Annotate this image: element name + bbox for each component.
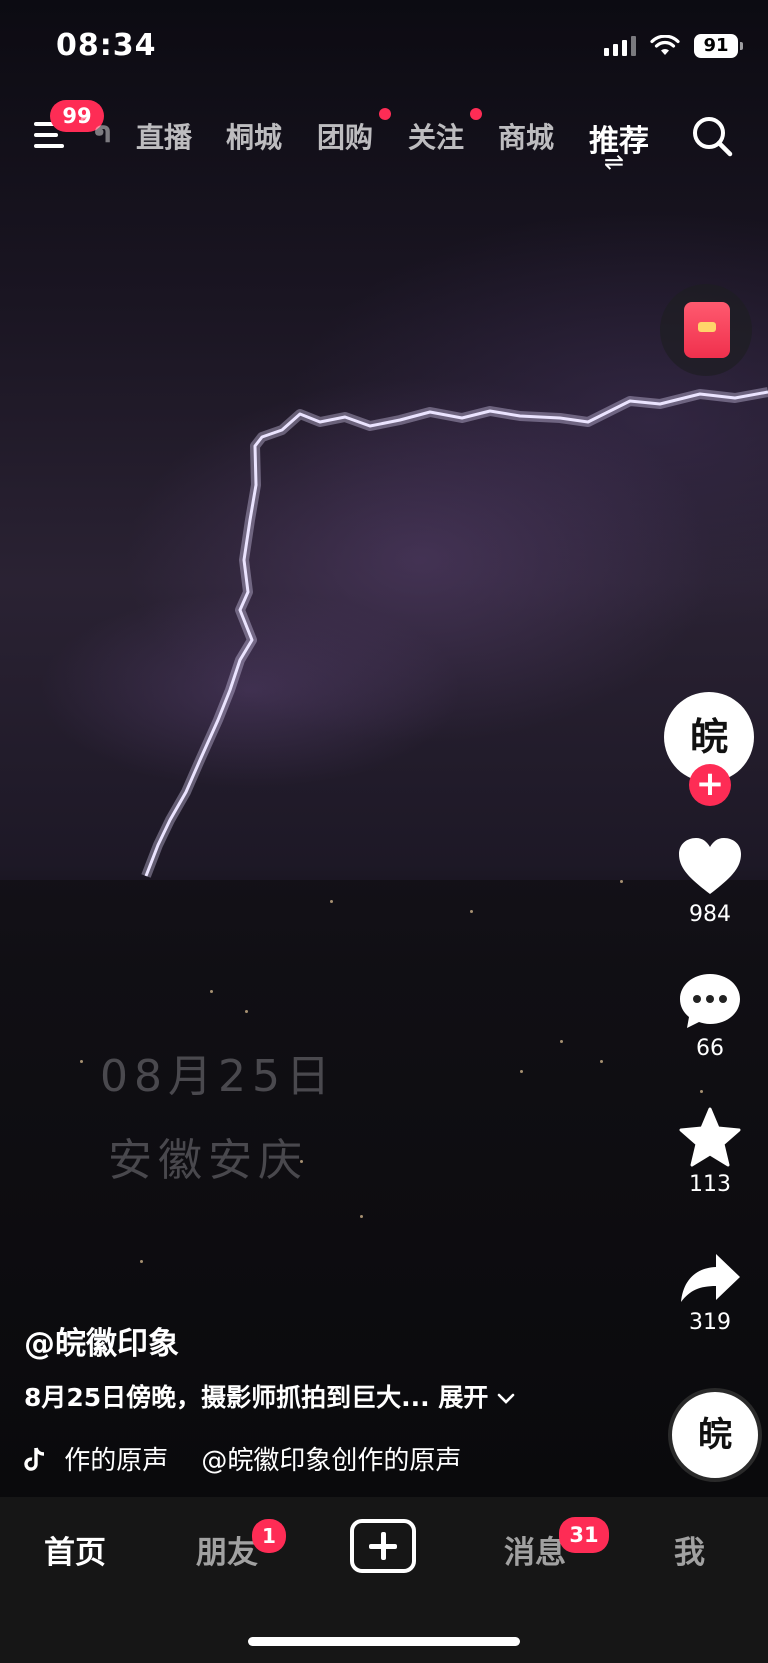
tab-me[interactable]: 我 xyxy=(674,1527,705,1572)
comment-action[interactable]: 66 xyxy=(660,970,760,1061)
share-count: 319 xyxy=(689,1310,731,1335)
favorite-action[interactable]: 113 xyxy=(660,1106,760,1197)
post-description-text: 8月25日傍晚，摄影师抓拍到巨大... xyxy=(24,1383,430,1412)
wifi-icon xyxy=(650,35,680,55)
music-note-icon xyxy=(24,1447,45,1471)
tab-live[interactable]: 直播 xyxy=(136,116,192,156)
tab-following[interactable]: 关注 xyxy=(408,116,464,156)
music-disc[interactable]: 皖 xyxy=(668,1388,762,1482)
tab-messages[interactable]: 消息 xyxy=(504,1527,566,1572)
comment-count: 66 xyxy=(696,1036,724,1061)
create-button[interactable] xyxy=(350,1519,416,1573)
like-count: 984 xyxy=(689,902,731,927)
status-bar: 08:34 91 xyxy=(0,0,768,90)
post-description[interactable]: 8月25日傍晚，摄影师抓拍到巨大... 展开 xyxy=(24,1378,515,1414)
status-time: 08:34 xyxy=(56,28,157,63)
comment-icon xyxy=(680,974,740,1028)
share-icon xyxy=(681,1254,740,1302)
music-title: 作的原声 @皖徽印象创作的原声 xyxy=(64,1446,462,1476)
cellular-signal-icon xyxy=(604,36,636,56)
tab-group-buy[interactable]: 团购 xyxy=(317,116,373,156)
star-icon xyxy=(679,1107,741,1167)
swap-icon: ⇌ xyxy=(604,148,625,176)
tab-home[interactable]: 首页 xyxy=(44,1527,106,1572)
friends-badge: 1 xyxy=(252,1519,286,1553)
search-icon[interactable] xyxy=(690,114,734,158)
chevron-down-icon xyxy=(497,1393,515,1404)
author-name[interactable]: @皖徽印象 xyxy=(24,1318,179,1363)
like-action[interactable]: 984 xyxy=(660,836,760,927)
tab-tongcheng[interactable]: 桐城 xyxy=(226,116,282,156)
video-feed-screen[interactable]: 08:34 91 99 ຳ 直播 桐城 团购 关注 商城 推荐 ⇌ 08月25日… xyxy=(0,0,768,1663)
expand-button[interactable]: 展开 xyxy=(438,1383,515,1412)
home-indicator xyxy=(248,1637,520,1646)
share-action[interactable]: 319 xyxy=(660,1250,760,1335)
tab-friends[interactable]: 朋友 xyxy=(196,1527,258,1572)
status-icons: 91 xyxy=(604,34,743,58)
top-nav: 99 ຳ 直播 桐城 团购 关注 商城 推荐 ⇌ xyxy=(0,100,768,176)
favorite-count: 113 xyxy=(689,1172,731,1197)
expand-label: 展开 xyxy=(438,1383,489,1412)
messages-badge: 31 xyxy=(559,1517,609,1553)
video-place-overlay: 安徽安庆 xyxy=(108,1135,308,1186)
tab-mall[interactable]: 商城 xyxy=(498,116,554,156)
tab-following-dot xyxy=(470,108,482,120)
heart-icon xyxy=(679,838,741,894)
bottom-tab-bar: 首页 朋友 1 消息 31 我 xyxy=(0,1497,768,1663)
tab-group-buy-dot xyxy=(379,108,391,120)
follow-button[interactable]: + xyxy=(689,764,731,806)
music-marquee[interactable]: 作的原声 @皖徽印象创作的原声 xyxy=(24,1440,484,1477)
red-packet-icon xyxy=(684,302,730,358)
red-packet-button[interactable] xyxy=(660,284,752,376)
tab-clipped[interactable]: ຳ xyxy=(94,116,111,149)
video-date-overlay: 08月25日 xyxy=(100,1051,336,1102)
battery-indicator: 91 xyxy=(694,34,743,58)
